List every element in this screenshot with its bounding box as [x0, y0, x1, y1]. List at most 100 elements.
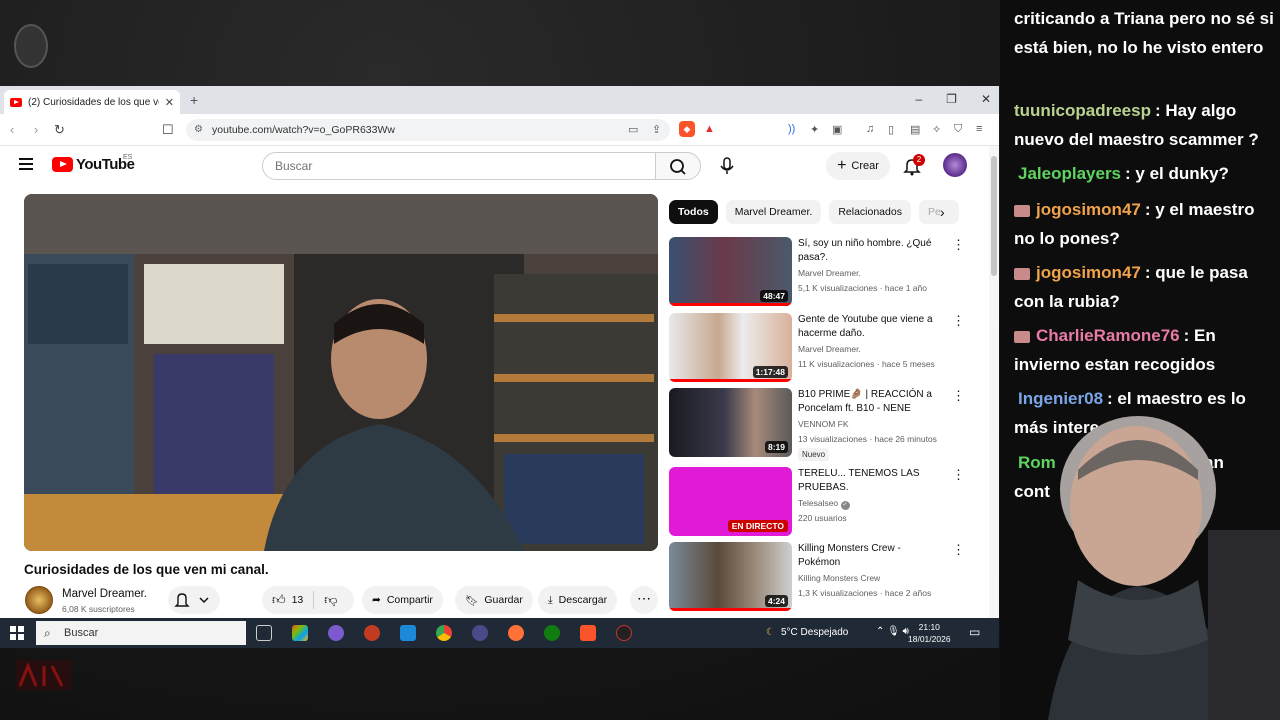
chat-message: tuunicopadreesp: Hay algo nuevo del maes… — [1014, 96, 1278, 154]
reader-icon[interactable]: ▣ — [832, 123, 842, 136]
app-icon[interactable] — [328, 625, 344, 641]
forward-icon[interactable]: › — [34, 122, 38, 137]
windows-start-icon[interactable] — [10, 626, 24, 640]
search-button[interactable] — [655, 152, 701, 180]
brave-rewards-icon[interactable]: ▲ — [704, 123, 715, 135]
chip-partial[interactable]: Pe — [918, 200, 959, 224]
site-info-icon[interactable]: ⚙ — [194, 124, 203, 135]
duration-badge: 1:17:48 — [752, 366, 788, 378]
rec-channel: Telesalseo ✓ — [798, 498, 850, 510]
rec-title: B10 PRIME🤌🏽 | REACCIÓN a Poncelam ft. B10… — [798, 388, 940, 416]
streamer-watermark-icon — [14, 656, 74, 696]
create-label: Crear — [851, 160, 879, 172]
obs-icon[interactable] — [616, 625, 632, 641]
more-options-icon[interactable]: ⋮ — [952, 313, 965, 329]
reload-icon[interactable]: ↻ — [54, 122, 65, 138]
streamer-webcam — [1018, 410, 1280, 720]
scrollbar-thumb[interactable] — [991, 156, 997, 276]
duration-badge: 4:24 — [764, 595, 788, 607]
thumbnail: 1:17:48 — [669, 313, 792, 382]
menu-icon[interactable]: ≡ — [976, 123, 982, 135]
store-icon[interactable] — [292, 625, 308, 641]
country-code: ES — [123, 154, 133, 161]
maximize-icon[interactable]: ❐ — [946, 92, 957, 106]
media-icon[interactable]: ♫ — [866, 123, 874, 135]
recommendation-item[interactable]: EN DIRECTO TERELU... TENEMOS LAS PRUEBAS.… — [669, 467, 969, 537]
watched-progress — [669, 379, 792, 382]
chat-message: Jaleoplayers: y el dunky? — [1014, 159, 1278, 188]
wallet-icon[interactable]: ▤ — [910, 123, 920, 136]
page-scrollbar[interactable] — [989, 146, 999, 618]
recommendation-item[interactable]: 48:47 Sí, soy un niño hombre. ¿Qué pasa?.… — [669, 237, 969, 307]
share-page-icon[interactable]: ⇪ — [652, 123, 661, 136]
bookmark-icon[interactable]: ☐ — [162, 122, 174, 138]
new-tab-icon[interactable]: + — [190, 92, 198, 108]
user-avatar[interactable] — [943, 153, 967, 177]
chip-related[interactable]: Relacionados — [829, 200, 911, 224]
back-icon[interactable]: ‹ — [10, 122, 14, 137]
rec-channel: Marvel Dreamer. — [798, 344, 861, 354]
chat-message: criticando a Triana pero no sé si está b… — [1014, 4, 1278, 62]
media-player-icon[interactable] — [472, 625, 488, 641]
channel-avatar[interactable] — [25, 586, 53, 614]
rec-meta: 13 visualizaciones · hace 26 minutos — [798, 434, 937, 444]
chrome-icon[interactable] — [436, 625, 452, 641]
extensions-icon[interactable]: ✦ — [810, 123, 819, 136]
cast-icon[interactable]: ▭ — [628, 123, 638, 136]
taskbar-search[interactable]: ⌕ Buscar — [36, 621, 246, 645]
url-field[interactable]: ⚙ youtube.com/watch?v=o_GoPR633Ww — [186, 119, 670, 141]
brave-icon[interactable] — [580, 625, 596, 641]
recommendation-item[interactable]: 4:24 Killing Monsters Crew - Pokémon Kill… — [669, 542, 969, 612]
video-player[interactable] — [24, 194, 658, 551]
browser-tab[interactable]: (2) Curiosidades de los que ven ✕ — [4, 90, 180, 114]
sidebar-icon[interactable]: ▯ — [888, 123, 894, 136]
subscription-bell-button[interactable] — [168, 586, 220, 614]
like-count: 13 — [291, 594, 304, 606]
chip-todos[interactable]: Todos — [669, 200, 718, 224]
share-button[interactable]: ➦ Compartir — [362, 586, 443, 614]
task-view-icon[interactable] — [256, 625, 272, 641]
more-actions-icon[interactable]: ⋯ — [630, 586, 658, 614]
save-button[interactable]: 🔖︎ Guardar — [455, 586, 533, 614]
app-icon[interactable] — [364, 625, 380, 641]
rec-channel: Marvel Dreamer. — [798, 268, 861, 278]
youtube-favicon-icon — [10, 97, 22, 107]
firefox-icon[interactable] — [508, 625, 524, 641]
close-tab-icon[interactable]: ✕ — [165, 96, 174, 109]
brave-shields-icon[interactable]: ◆ — [679, 121, 695, 137]
chevron-right-icon[interactable]: › — [940, 204, 945, 220]
app-icon[interactable] — [400, 625, 416, 641]
vpn-icon[interactable]: ⛉ — [954, 123, 962, 136]
weather-widget[interactable]: ☾ 5°C Despejado — [766, 627, 848, 638]
leo-ai-icon[interactable]: ✧ — [932, 123, 941, 136]
system-tray[interactable]: ⌃ 🎙︎ 🔊︎ — [876, 626, 909, 637]
more-options-icon[interactable]: ⋮ — [952, 237, 965, 253]
taskbar-clock[interactable]: 21:10 18/01/2026 — [908, 621, 951, 645]
chip-channel[interactable]: Marvel Dreamer. — [725, 200, 822, 224]
rec-title: Sí, soy un niño hombre. ¿Qué pasa?. — [798, 237, 940, 265]
close-window-icon[interactable]: ✕ — [981, 92, 991, 106]
thumbs-up-icon[interactable]: 👍︎ — [272, 592, 286, 608]
voice-search-button[interactable] — [713, 152, 741, 180]
notifications-center-icon[interactable]: ▭ — [969, 625, 980, 639]
recommendation-item[interactable]: 1:17:48 Gente de Youtube que viene a hace… — [669, 313, 969, 383]
channel-name[interactable]: Marvel Dreamer. — [62, 588, 147, 600]
more-options-icon[interactable]: ⋮ — [952, 542, 965, 558]
create-button[interactable]: + Crear — [826, 152, 890, 180]
rec-meta: 5,1 K visualizaciones · hace 1 año — [798, 283, 927, 293]
search-input[interactable] — [262, 152, 656, 180]
more-options-icon[interactable]: ⋮ — [952, 388, 965, 404]
recommendation-item[interactable]: 8:19 B10 PRIME🤌🏽 | REACCIÓN a Poncelam ft… — [669, 388, 969, 461]
thumbs-down-icon[interactable]: 👎︎ — [324, 592, 337, 608]
minimize-icon[interactable]: – — [915, 92, 922, 106]
search-icon: ⌕ — [44, 626, 51, 640]
rec-title-line: Killing Monsters Crew - — [798, 543, 901, 554]
xbox-icon[interactable] — [544, 625, 560, 641]
stream-screen: (2) Curiosidades de los que ven ✕ + – ❐ … — [0, 0, 1280, 720]
more-options-icon[interactable]: ⋮ — [952, 467, 965, 483]
download-button[interactable]: ⤓ Descargar — [538, 586, 618, 614]
hamburger-menu-icon[interactable] — [19, 158, 33, 170]
video-frame-image — [24, 194, 658, 551]
audio-playing-icon[interactable]: )) — [788, 123, 795, 135]
clock-date: 18/01/2026 — [908, 634, 951, 644]
